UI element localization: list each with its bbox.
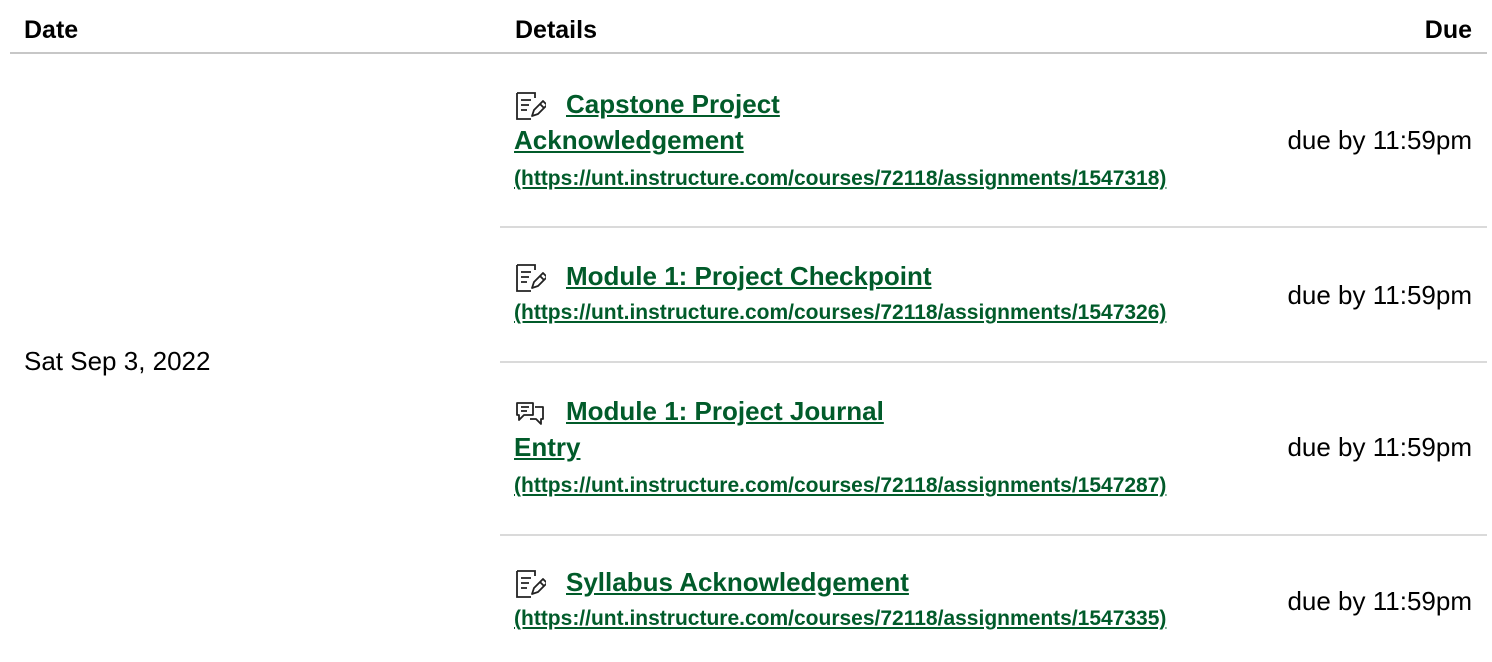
table-row: Syllabus Acknowledgement (https://unt.in… bbox=[500, 536, 1487, 662]
column-header-due: Due bbox=[1424, 16, 1472, 44]
assignment-title-line-1[interactable]: Module 1: Project Checkpoint bbox=[514, 258, 932, 294]
assignment-link-title[interactable]: Syllabus Acknowledgement bbox=[514, 564, 909, 600]
syllabus-table: Date Details Due Sat Sep 3, 2022 Capston… bbox=[0, 0, 1492, 662]
table-row: Capstone Project Acknowledgement (https:… bbox=[500, 54, 1487, 228]
column-header-date: Date bbox=[24, 16, 79, 44]
due-time: due by 11:59pm bbox=[1287, 125, 1472, 155]
table-row: Module 1: Project Journal Entry (https:/… bbox=[500, 363, 1487, 536]
assignment-url-link[interactable]: (https://unt.instructure.com/courses/721… bbox=[514, 300, 1166, 326]
table-row: Module 1: Project Checkpoint (https://un… bbox=[500, 228, 1487, 363]
assignment-link-title[interactable]: Capstone Project Acknowledgement bbox=[514, 86, 780, 158]
assignment-link-title[interactable]: Module 1: Project Checkpoint bbox=[514, 258, 932, 294]
assignment-url-link[interactable]: (https://unt.instructure.com/courses/721… bbox=[514, 166, 1166, 192]
due-time: due by 11:59pm bbox=[1287, 432, 1472, 462]
assignment-title-line-1[interactable]: Capstone Project bbox=[514, 86, 780, 122]
column-header-details: Details bbox=[515, 16, 597, 44]
discussion-link-title[interactable]: Module 1: Project Journal Entry bbox=[514, 393, 884, 465]
assignment-url-link[interactable]: (https://unt.instructure.com/courses/721… bbox=[514, 606, 1166, 632]
table-header: Date Details Due bbox=[10, 0, 1487, 54]
assignment-title-line-2[interactable]: Acknowledgement bbox=[514, 122, 780, 158]
discussion-url-link[interactable]: (https://unt.instructure.com/courses/721… bbox=[514, 473, 1166, 499]
assignment-title-line-1[interactable]: Syllabus Acknowledgement bbox=[514, 564, 909, 600]
discussion-title-line-2[interactable]: Entry bbox=[514, 429, 884, 465]
due-time: due by 11:59pm bbox=[1287, 586, 1472, 616]
due-time: due by 11:59pm bbox=[1287, 280, 1472, 310]
discussion-title-line-1[interactable]: Module 1: Project Journal bbox=[514, 393, 884, 429]
date-cell: Sat Sep 3, 2022 bbox=[24, 346, 211, 376]
